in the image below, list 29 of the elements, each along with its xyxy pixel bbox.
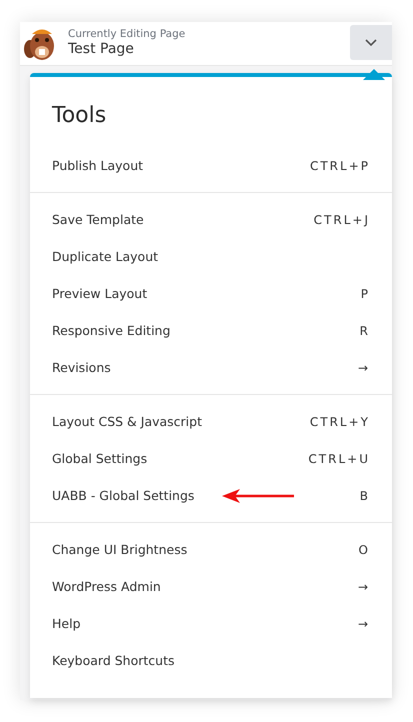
menu-item[interactable]: WordPress Admin — [52, 578, 161, 596]
shortcut-text: B — [360, 488, 370, 505]
menu-item[interactable]: Change UI Brightness — [52, 540, 188, 560]
menu-item[interactable]: Global Settings — [52, 450, 148, 468]
shortcut-text: CTRL+J — [314, 212, 370, 229]
menu-item[interactable]: UABB - Global Settings — [52, 486, 194, 506]
menu-item[interactable]: Publish Layout — [52, 156, 144, 176]
menu-item[interactable]: Help — [52, 614, 80, 634]
menu-item[interactable]: Save Template — [52, 210, 144, 230]
chevron-down-icon — [365, 38, 377, 46]
menu-item[interactable]: Responsive Editing — [52, 322, 170, 340]
page-title: Test Page — [68, 40, 135, 58]
shortcut-text: → — [358, 360, 370, 377]
shortcut-text: → — [358, 616, 370, 633]
editing-label: Currently Editing Page — [68, 28, 186, 40]
shortcut-text: O — [358, 542, 370, 559]
menu-item[interactable]: Layout CSS & Javascript — [52, 412, 202, 432]
menu-item[interactable]: Duplicate Layout — [52, 248, 158, 266]
shortcut-text: → — [358, 578, 370, 596]
shortcut-text: R — [360, 322, 370, 340]
shortcut-text: CTRL+Y — [310, 414, 370, 431]
dropdown-button[interactable] — [350, 25, 392, 60]
menu-title: Tools — [51, 102, 108, 130]
shortcut-text: P — [360, 286, 370, 303]
menu-item[interactable]: Preview Layout — [52, 284, 148, 304]
shortcut-text: CTRL+U — [308, 450, 370, 468]
menu-item[interactable]: Keyboard Shortcuts — [52, 652, 174, 670]
menu-item[interactable]: Revisions — [52, 358, 111, 378]
shortcut-text: CTRL+P — [310, 158, 370, 175]
